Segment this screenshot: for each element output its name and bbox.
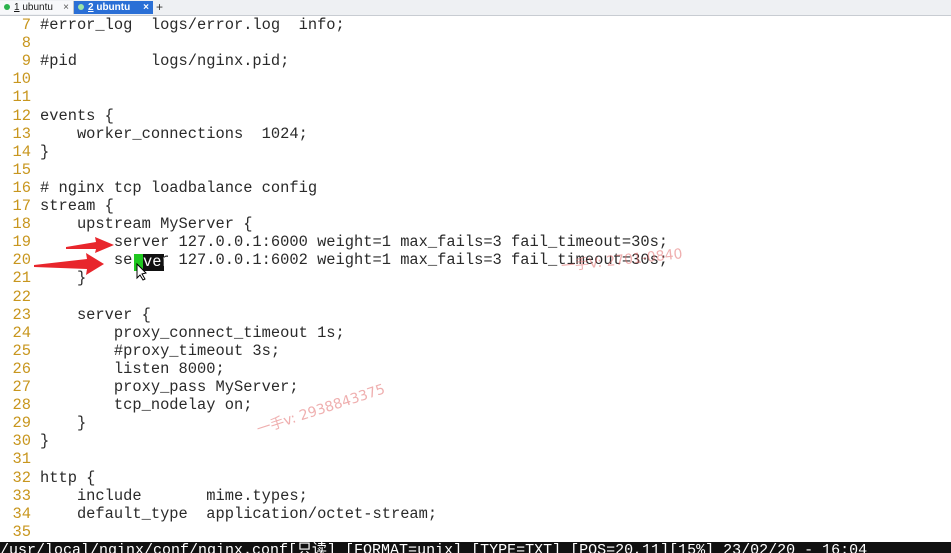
red-arrow-icon (34, 253, 104, 275)
status-bar: /usr/local/nginx/conf/nginx.conf[只读] [FO… (0, 542, 951, 553)
mouse-pointer-icon (136, 262, 147, 281)
red-arrow-icon (66, 237, 114, 253)
annotation-layer (34, 237, 147, 281)
